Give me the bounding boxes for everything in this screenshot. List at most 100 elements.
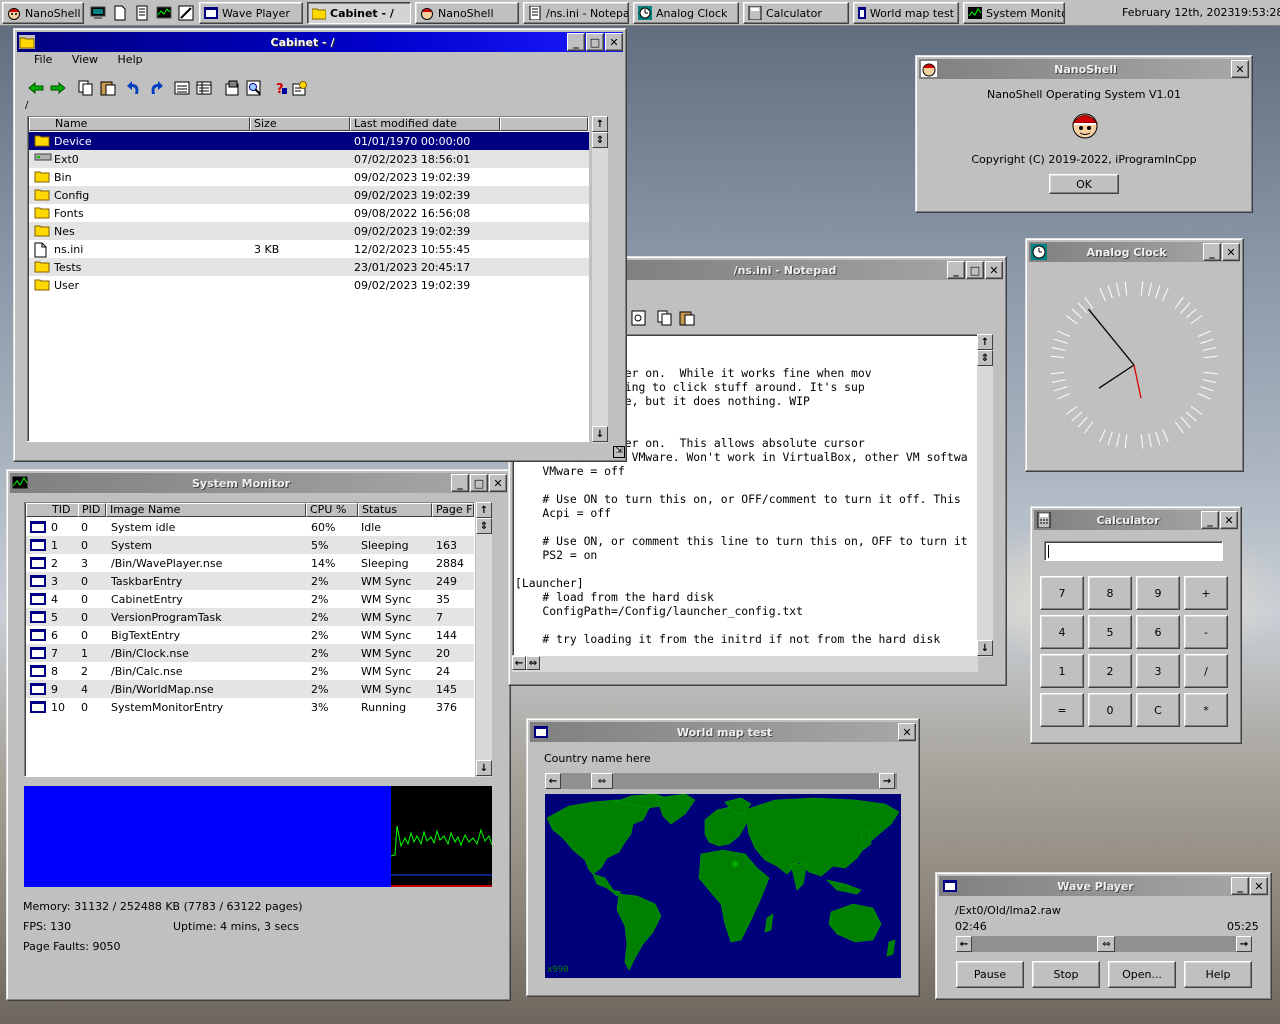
column-header-cpu[interactable]: CPU % <box>306 503 358 517</box>
scroll-thumb[interactable]: ⇔ <box>526 656 540 670</box>
task-system-monitor[interactable]: System Monitor <box>963 2 1065 24</box>
process-row[interactable]: 8 2/Bin/Calc.nse 2% WM Sync 24 <box>26 662 474 680</box>
process-row[interactable]: 0 0 System idle 60% Idle <box>26 518 474 536</box>
cabinet-titlebar[interactable]: Cabinet - / _ □ ✕ <box>17 32 623 52</box>
quick-launch-monitor[interactable] <box>155 4 173 22</box>
scroll-up-button[interactable]: ↑ <box>592 116 608 132</box>
close-button[interactable]: ✕ <box>1250 877 1268 895</box>
process-row[interactable]: 1 0 System 5% Sleeping 163 <box>26 536 474 554</box>
scroll-down-button[interactable]: ↓ <box>977 640 993 656</box>
map-horizontal-scrollbar[interactable]: ← ⇔ → <box>545 773 897 789</box>
world-map-canvas[interactable]: x990 <box>545 794 901 978</box>
redo-button[interactable] <box>146 78 166 98</box>
file-row[interactable]: Bin 09/02/2023 19:02:39 <box>29 168 589 186</box>
seek-left-button[interactable]: ← <box>956 936 972 952</box>
close-button[interactable]: ✕ <box>898 723 916 741</box>
column-header-size[interactable]: Size <box>250 117 350 131</box>
resize-grip-icon[interactable]: ⇲ <box>613 446 625 458</box>
notepad-vertical-scrollbar[interactable]: ↑ ⇕ ↓ <box>977 334 993 657</box>
calc-key[interactable]: C <box>1136 693 1180 727</box>
file-row[interactable]: Nes 09/02/2023 19:02:39 <box>29 222 589 240</box>
calc-key[interactable]: 4 <box>1040 615 1084 649</box>
calc-key[interactable]: * <box>1184 693 1228 727</box>
clock-titlebar[interactable]: Analog Clock _ ✕ <box>1029 242 1240 262</box>
minimize-button[interactable]: _ <box>1231 877 1249 895</box>
calc-key[interactable]: 8 <box>1088 576 1132 610</box>
calc-key[interactable]: 6 <box>1136 615 1180 649</box>
task-nanoshell[interactable]: NanoShell <box>415 2 519 24</box>
about-titlebar[interactable]: NanoShell ✕ <box>919 59 1249 79</box>
ok-button[interactable]: OK <box>1049 174 1119 194</box>
task-cabinet[interactable]: Cabinet - / <box>307 2 411 24</box>
wave-player-titlebar[interactable]: Wave Player _ ✕ <box>939 876 1268 896</box>
close-button[interactable]: ✕ <box>605 33 623 51</box>
system-monitor-titlebar[interactable]: System Monitor _ □ ✕ <box>10 473 507 493</box>
details-view-button[interactable] <box>194 78 214 98</box>
forward-button[interactable] <box>48 78 68 98</box>
calc-key[interactable]: 7 <box>1040 576 1084 610</box>
minimize-button[interactable]: _ <box>1201 511 1219 529</box>
file-list-scrollbar[interactable]: ↑ ⇕ ↓ <box>592 116 608 443</box>
scroll-thumb[interactable]: ⇕ <box>977 350 993 366</box>
copy-button[interactable] <box>76 78 96 98</box>
process-list[interactable]: TID PID Image Name CPU % Status Page F 0… <box>24 502 475 777</box>
column-header-page-faults[interactable]: Page F <box>432 503 474 517</box>
close-button[interactable]: ✕ <box>489 474 507 492</box>
scroll-down-button[interactable]: ↓ <box>476 760 492 776</box>
search-button[interactable] <box>244 78 264 98</box>
world-map-titlebar[interactable]: World map test ✕ <box>530 722 916 742</box>
process-list-scrollbar[interactable]: ↑ ⇕ ↓ <box>476 502 492 777</box>
close-button[interactable]: ✕ <box>1220 511 1238 529</box>
column-header-modified[interactable]: Last modified date <box>350 117 500 131</box>
quick-launch-paint[interactable] <box>177 4 195 22</box>
process-row[interactable]: 5 0 VersionProgramTask 2% WM Sync 7 <box>26 608 474 626</box>
file-row[interactable]: Tests 23/01/2023 20:45:17 <box>29 258 589 276</box>
calc-key[interactable]: 0 <box>1088 693 1132 727</box>
notepad-titlebar[interactable]: /ns.ini - Notepad _ □ ✕ <box>624 260 1003 280</box>
task-world-map[interactable]: World map test <box>853 2 959 24</box>
open-button[interactable]: Open... <box>1108 961 1176 988</box>
scroll-thumb[interactable]: ⇕ <box>592 132 608 148</box>
calc-key[interactable]: 9 <box>1136 576 1180 610</box>
paste-button[interactable] <box>98 78 118 98</box>
minimize-button[interactable]: _ <box>1203 243 1221 261</box>
file-row[interactable]: Ext0 07/02/2023 18:56:01 <box>29 150 589 168</box>
menu-file[interactable]: File <box>34 53 52 66</box>
calc-key[interactable]: - <box>1184 615 1228 649</box>
calc-key[interactable]: = <box>1040 693 1084 727</box>
task-calculator[interactable]: Calculator <box>743 2 849 24</box>
copy-tool-button[interactable] <box>655 308 675 328</box>
find-tool-button[interactable] <box>629 308 649 328</box>
calc-key[interactable]: 2 <box>1088 654 1132 688</box>
column-header-status[interactable]: Status <box>358 503 432 517</box>
list-view-button[interactable] <box>172 78 192 98</box>
menu-help[interactable]: Help <box>118 53 143 66</box>
close-button[interactable]: ✕ <box>985 261 1003 279</box>
calculator-titlebar[interactable]: Calculator _ ✕ <box>1034 510 1238 530</box>
scroll-down-button[interactable]: ↓ <box>592 426 608 442</box>
seek-thumb[interactable]: ⇔ <box>1097 936 1116 952</box>
task-analog-clock[interactable]: Analog Clock <box>633 2 739 24</box>
calculator-display[interactable] <box>1044 541 1223 561</box>
scroll-right-button[interactable]: → <box>879 773 895 789</box>
process-row[interactable]: 7 1/Bin/Clock.nse 2% WM Sync 20 <box>26 644 474 662</box>
start-button[interactable]: NanoShell <box>2 2 84 24</box>
menu-view[interactable]: View <box>72 53 98 66</box>
minimize-button[interactable]: _ <box>451 474 469 492</box>
file-row[interactable]: User 09/02/2023 19:02:39 <box>29 276 589 294</box>
column-header-name[interactable]: Name <box>29 117 250 131</box>
quick-launch-notepad[interactable] <box>133 4 151 22</box>
seek-right-button[interactable]: → <box>1236 936 1252 952</box>
file-row[interactable]: Config 09/02/2023 19:02:39 <box>29 186 589 204</box>
process-row[interactable]: 9 4/Bin/WorldMap.nse 2% WM Sync 145 <box>26 680 474 698</box>
process-row[interactable]: 3 0 TaskbarEntry 2% WM Sync 249 <box>26 572 474 590</box>
scroll-thumb[interactable]: ⇕ <box>476 518 492 534</box>
scroll-left-button[interactable]: ← <box>545 773 561 789</box>
scroll-up-button[interactable]: ↑ <box>476 502 492 518</box>
calc-key[interactable]: / <box>1184 654 1228 688</box>
calc-key[interactable]: 5 <box>1088 615 1132 649</box>
file-row[interactable]: ns.ini 3 KB 12/02/2023 10:55:45 <box>29 240 589 258</box>
back-button[interactable] <box>26 78 46 98</box>
close-button[interactable]: ✕ <box>1222 243 1240 261</box>
paste-tool-button[interactable] <box>677 308 697 328</box>
